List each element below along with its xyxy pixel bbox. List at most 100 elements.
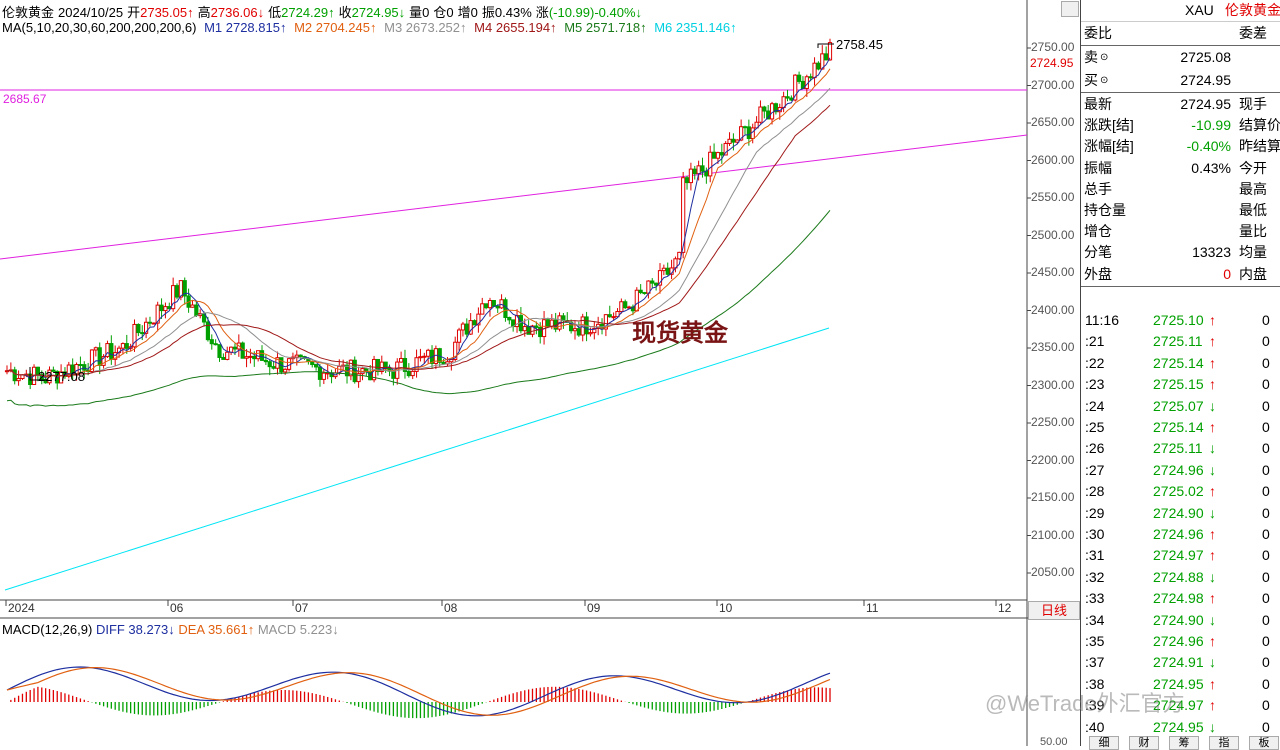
macd-dea: DEA 35.661↑ <box>178 622 255 637</box>
tick-row: :24 2725.07 ↓ 0 <box>1081 396 1280 417</box>
tick-time: :33 <box>1085 590 1105 607</box>
candle-body <box>611 316 616 319</box>
candle-body <box>140 332 145 335</box>
tick-time: :40 <box>1085 718 1105 735</box>
candle-body <box>696 165 701 175</box>
candle-body <box>808 76 813 79</box>
stat-label: 总手 <box>1084 180 1112 197</box>
tick-volume: 0 <box>1262 675 1270 692</box>
candle-body <box>426 349 431 357</box>
candle-body <box>78 364 83 367</box>
tick-volume: 0 <box>1262 397 1270 414</box>
low-value: 2724.29↑ <box>281 5 335 20</box>
candle-body <box>174 285 180 298</box>
open-interest-value: 0 <box>446 5 454 20</box>
bid-row[interactable]: 买 ⊙ 2724.95 <box>1081 70 1280 91</box>
tick-volume: 0 <box>1262 718 1270 735</box>
candle-body <box>495 305 500 309</box>
tick-row: :26 2725.11 ↓ 0 <box>1081 438 1280 459</box>
ma-legend: MA(5,10,20,30,60,200,200,200,6) M1 2728.… <box>2 20 741 35</box>
date-tick-label: 06 <box>170 601 184 615</box>
chart-watermark-title: 现货黄金 <box>632 320 728 347</box>
stat-row: 最新 2724.95 现手 <box>1081 94 1280 115</box>
panel-toggle-button[interactable] <box>1061 1 1079 17</box>
hline-price-label: 2685.67 <box>3 92 47 106</box>
tick-time: :23 <box>1085 376 1105 393</box>
tick-volume: 0 <box>1262 611 1270 628</box>
candle-body <box>109 343 114 360</box>
price-tick-label: 2400.00 <box>1031 302 1075 317</box>
last-price-marker: 2724.95 <box>1029 56 1075 70</box>
tick-row: :37 2724.91 ↓ 0 <box>1081 652 1280 673</box>
ma-m2: M2 2704.245↑ <box>294 20 377 35</box>
tick-time: :26 <box>1085 440 1105 457</box>
panel-tab[interactable]: 板 <box>1249 736 1279 750</box>
panel-name: 伦敦黄金 <box>1225 2 1280 18</box>
candle-body <box>688 168 694 184</box>
ma-line-m5 <box>6 209 831 407</box>
candle-body <box>499 299 504 309</box>
candle-body <box>731 138 736 143</box>
panel-tab[interactable]: 筹 <box>1169 736 1199 750</box>
stat-label: 涨幅[结] <box>1084 138 1134 155</box>
ma-m6: M6 2351.146↑ <box>654 20 737 35</box>
tick-time: :28 <box>1085 483 1105 500</box>
tick-volume: 0 <box>1262 440 1270 457</box>
chart-pane[interactable]: 伦敦黄金 2024/10/25 开2735.05↑ 高2736.06↓ 低2724.29… <box>0 0 1080 748</box>
ma-m5: M5 2571.718↑ <box>564 20 647 35</box>
candle-body <box>298 354 303 358</box>
candle-body <box>534 325 539 328</box>
tick-direction: ↑ <box>1209 376 1216 393</box>
candle-body <box>619 301 624 312</box>
candle-body <box>654 282 659 286</box>
candle-body <box>232 346 238 350</box>
candle-body <box>607 314 612 318</box>
candle-body <box>642 292 647 295</box>
panel-tab[interactable]: 指 <box>1209 736 1239 750</box>
stat-right-label: 内盘 <box>1239 265 1267 282</box>
candle-body <box>205 321 211 341</box>
candle-body <box>460 323 466 331</box>
tick-price: 2725.14 <box>1153 419 1204 435</box>
stat-value: 2724.95 <box>1180 96 1231 112</box>
tick-price: 2725.10 <box>1153 312 1204 328</box>
price-tick-label: 2350.00 <box>1031 340 1075 354</box>
stat-row: 增仓 量比 <box>1081 221 1280 242</box>
ask-price: 2725.08 <box>1180 49 1231 65</box>
ask-row[interactable]: 卖 ⊙ 2725.08 <box>1081 47 1280 68</box>
stat-value: -10.99 <box>1191 117 1231 134</box>
candle-body <box>209 339 214 345</box>
tick-price: 2724.98 <box>1153 590 1204 607</box>
panel-tab[interactable]: 财 <box>1129 736 1159 750</box>
macd-axis-label: 50.00 <box>1040 736 1068 748</box>
tick-price: 2724.96 <box>1153 633 1204 649</box>
instrument-name: 伦敦黄金 <box>2 5 55 20</box>
tick-direction: ↓ <box>1209 397 1216 414</box>
high-marker-label: 2758.45 <box>836 37 883 52</box>
date-tick-label: 2024 <box>8 601 35 615</box>
tick-direction: ↑ <box>1209 697 1216 714</box>
tick-volume: 0 <box>1262 633 1270 649</box>
date-tick-label: 12 <box>998 601 1012 615</box>
ma-m3: M3 2673.252↑ <box>384 20 467 35</box>
candle-body <box>661 267 666 272</box>
tick-volume: 0 <box>1262 312 1270 328</box>
tick-volume: 0 <box>1262 483 1270 500</box>
candle-body <box>147 321 153 324</box>
candle-body <box>719 152 724 156</box>
candle-body <box>136 323 141 334</box>
stat-label: 最新 <box>1084 96 1112 112</box>
stat-row: 分笔 13323 均量 <box>1081 242 1280 263</box>
period-daily-button[interactable]: 日线 <box>1028 601 1080 620</box>
tick-volume: 0 <box>1262 333 1270 350</box>
tick-price: 2724.90 <box>1153 504 1204 521</box>
panel-title: XAU 伦敦黄金 <box>1081 0 1280 22</box>
candle-body <box>163 306 168 312</box>
candle-body <box>762 106 767 112</box>
panel-tab[interactable]: 细 <box>1089 736 1119 750</box>
candle-body <box>491 299 496 307</box>
date-tick-label: 11 <box>866 601 879 615</box>
tick-time: :24 <box>1085 397 1105 414</box>
ma-m4: M4 2655.194↑ <box>474 20 557 35</box>
open-value: 2735.05↑ <box>140 5 194 20</box>
